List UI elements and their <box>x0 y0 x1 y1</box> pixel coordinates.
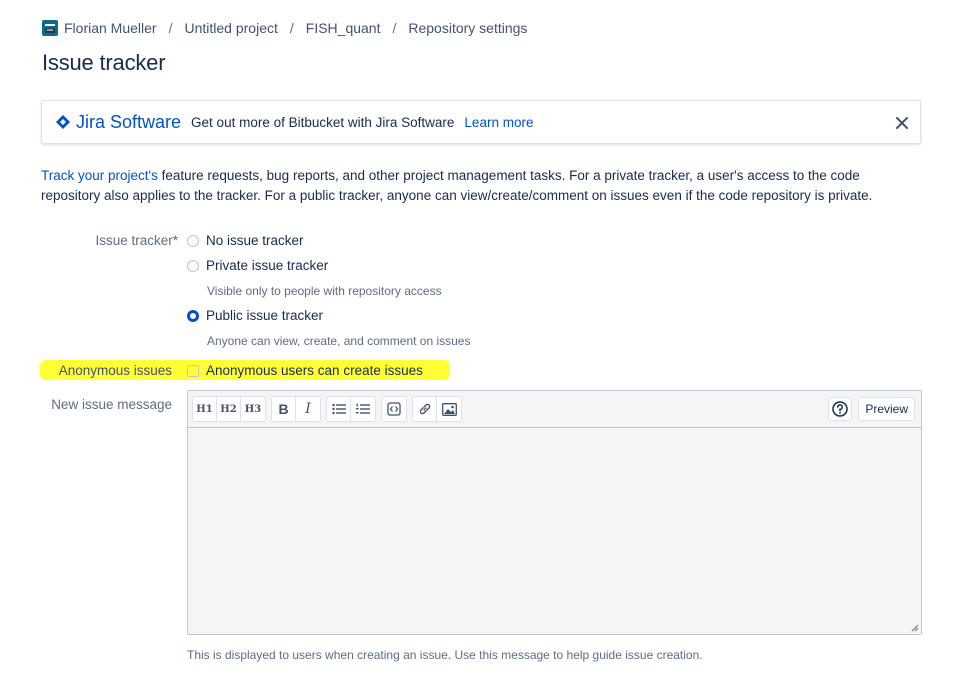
heading3-button[interactable]: H3 <box>241 397 265 421</box>
description-text: feature requests, bug reports, and other… <box>41 168 873 203</box>
anonymous-checkbox-label: Anonymous users can create issues <box>206 363 423 378</box>
heading1-button[interactable]: H1 <box>193 397 217 421</box>
new-issue-message-help: This is displayed to users when creating… <box>187 648 703 662</box>
breadcrumb: Florian Mueller / Untitled project / FIS… <box>42 19 527 37</box>
link-icon <box>419 403 430 415</box>
breadcrumb-separator: / <box>392 20 397 36</box>
required-mark: * <box>172 233 178 248</box>
radio-public-issue-tracker[interactable]: Public issue tracker <box>187 308 323 323</box>
radio-button-selected[interactable] <box>187 309 199 322</box>
radio-button[interactable] <box>187 259 199 272</box>
heading-button-group: H1 H2 H3 <box>192 396 266 422</box>
jira-software-logo: Jira Software <box>56 112 181 133</box>
radio-button[interactable] <box>187 234 199 247</box>
list-button-group <box>326 396 376 422</box>
anonymous-issues-checkbox[interactable] <box>187 364 199 377</box>
track-project-link[interactable]: Track your project's <box>41 168 158 183</box>
issue-tracker-label-text: Issue tracker <box>95 233 173 248</box>
new-issue-message-textarea[interactable] <box>188 428 921 634</box>
preview-button[interactable]: Preview <box>858 397 915 421</box>
code-button[interactable] <box>382 397 406 421</box>
issue-tracker-label: Issue tracker* <box>95 233 178 248</box>
jira-diamond-icon <box>56 115 70 129</box>
code-button-group <box>381 396 407 422</box>
page-title: Issue tracker <box>42 50 166 75</box>
bullet-list-button[interactable] <box>327 397 351 421</box>
italic-button[interactable]: I <box>296 397 320 421</box>
bold-button[interactable]: B <box>272 397 296 421</box>
bullet-list-icon <box>331 403 346 415</box>
link-button[interactable] <box>413 397 437 421</box>
jira-logo-text: Jira Software <box>76 111 182 132</box>
question-mark-icon <box>832 401 849 417</box>
markdown-editor: H1 H2 H3 B I Preview <box>187 390 922 635</box>
code-icon <box>387 402 401 416</box>
jira-promo-banner: Jira Software Get out more of Bitbucket … <box>41 100 921 144</box>
editor-toolbar-right: Preview <box>828 397 915 421</box>
repository-icon[interactable] <box>42 20 58 36</box>
format-button-group: B I <box>271 396 321 422</box>
breadcrumb-separator: / <box>289 20 294 36</box>
breadcrumb-settings[interactable]: Repository settings <box>408 20 527 36</box>
image-button[interactable] <box>437 397 461 421</box>
breadcrumb-separator: / <box>168 20 173 36</box>
close-icon[interactable] <box>894 115 910 131</box>
breadcrumb-repository[interactable]: FISH_quant <box>306 20 381 36</box>
editor-toolbar: H1 H2 H3 B I Preview <box>188 391 921 428</box>
anonymous-issues-label: Anonymous issues <box>58 363 172 378</box>
image-icon <box>441 402 457 416</box>
insert-button-group <box>412 396 462 422</box>
radio-private-issue-tracker[interactable]: Private issue tracker <box>187 258 328 273</box>
radio-label: Public issue tracker <box>206 308 324 323</box>
banner-text: Get out more of Bitbucket with Jira Soft… <box>191 114 455 130</box>
public-tracker-help: Anyone can view, create, and comment on … <box>207 334 471 348</box>
private-tracker-help: Visible only to people with repository a… <box>207 284 442 298</box>
numbered-list-icon <box>356 403 370 414</box>
learn-more-link[interactable]: Learn more <box>464 115 533 130</box>
anonymous-issues-checkbox-row[interactable]: Anonymous users can create issues <box>187 363 423 378</box>
breadcrumb-project[interactable]: Untitled project <box>184 20 277 36</box>
numbered-list-button[interactable] <box>351 397 375 421</box>
resize-handle-icon[interactable] <box>911 624 919 632</box>
breadcrumb-owner[interactable]: Florian Mueller <box>64 20 157 36</box>
markdown-help-button[interactable] <box>828 397 853 421</box>
radio-label: No issue tracker <box>206 233 304 248</box>
tracker-description: Track your project's feature requests, b… <box>41 166 921 206</box>
radio-no-issue-tracker[interactable]: No issue tracker <box>187 233 304 248</box>
heading2-button[interactable]: H2 <box>217 397 241 421</box>
radio-label: Private issue tracker <box>206 258 329 273</box>
new-issue-message-label: New issue message <box>51 397 172 412</box>
